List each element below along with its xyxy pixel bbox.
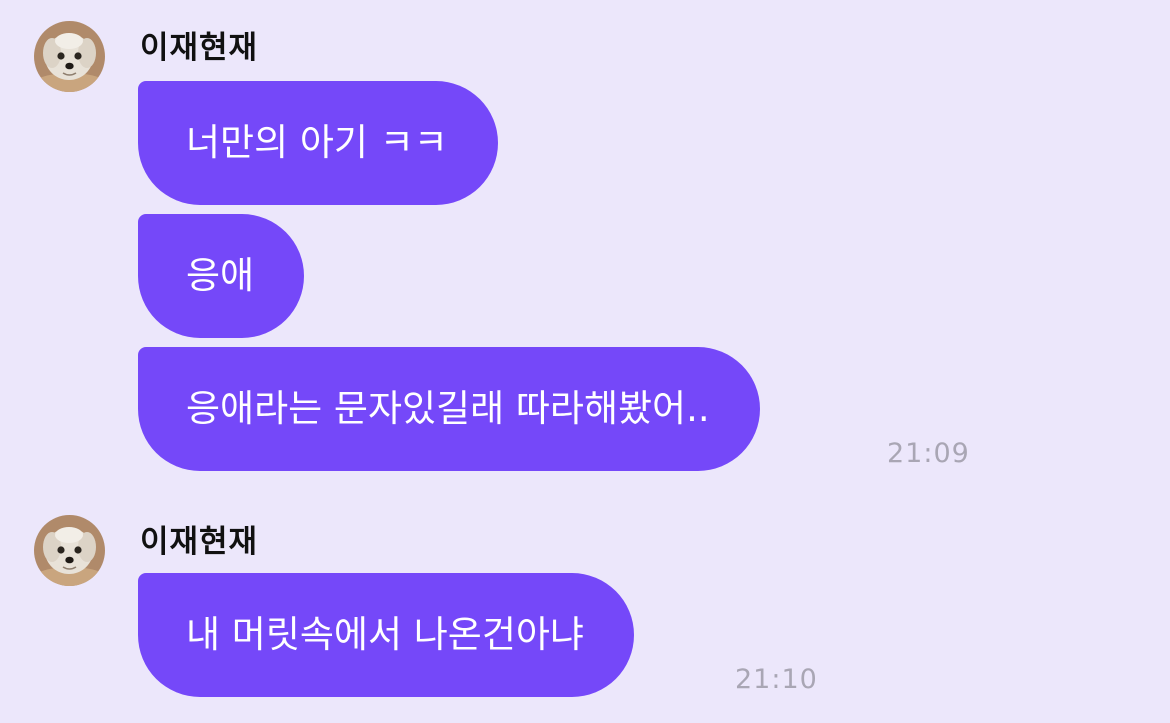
message-bubble[interactable]: 응애 <box>138 214 305 338</box>
dog-avatar-icon[interactable] <box>34 515 105 586</box>
message-bubble[interactable]: 응애라는 문자있길래 따라해봤어.. <box>138 347 760 471</box>
sender-name: 이재현재 <box>140 524 259 560</box>
message-timestamp: 21:09 <box>887 438 970 469</box>
chat-view: 이재현재 너만의 아기 ㅋㅋ 응애 응애라는 문자있길래 따라해봤어.. 21:… <box>0 0 1170 723</box>
message-timestamp: 21:10 <box>735 664 818 695</box>
sender-name: 이재현재 <box>140 30 259 66</box>
message-bubble[interactable]: 너만의 아기 ㅋㅋ <box>138 81 498 205</box>
message-bubble[interactable]: 내 머릿속에서 나온건아냐 <box>138 573 634 697</box>
dog-avatar-icon[interactable] <box>34 21 105 92</box>
